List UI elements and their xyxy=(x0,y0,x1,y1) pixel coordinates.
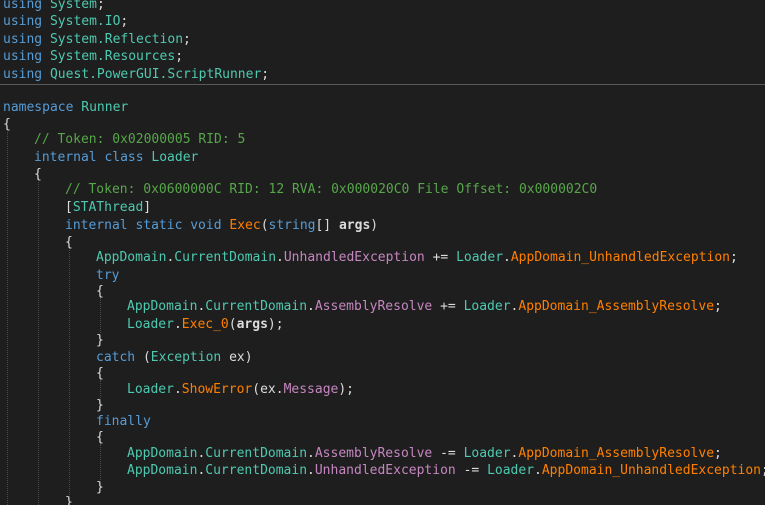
indent-guide xyxy=(7,132,8,505)
indent-guide xyxy=(38,182,39,505)
code-line-namespace: namespace Runner xyxy=(3,100,129,115)
code-line-catch: catch (Exception ex) xyxy=(96,350,253,365)
code-line-brace: } xyxy=(96,333,104,348)
code-line-assembly-add: AppDomain.CurrentDomain.AssemblyResolve … xyxy=(127,299,722,314)
indent-guide xyxy=(100,297,101,335)
code-line-attribute: [STAThread] xyxy=(65,200,152,215)
code-line-brace: { xyxy=(96,366,104,381)
code-line-show-error: Loader.ShowError(ex.Message); xyxy=(127,382,355,397)
code-line-using-quest: using Quest.PowerGUI.ScriptRunner; xyxy=(3,67,270,82)
code-line-using-system-resources: using System.Resources; xyxy=(3,49,184,64)
code-line-finally: finally xyxy=(96,414,151,429)
code-line-unhandled-add: AppDomain.CurrentDomain.UnhandledExcepti… xyxy=(96,250,738,265)
code-line-brace: { xyxy=(3,117,11,132)
code-line-class-decl: internal class Loader xyxy=(34,150,199,165)
code-line-unhandled-sub: AppDomain.CurrentDomain.UnhandledExcepti… xyxy=(127,463,765,478)
code-line-brace: { xyxy=(96,430,104,445)
code-line-assembly-sub: AppDomain.CurrentDomain.AssemblyResolve … xyxy=(127,446,722,461)
code-line-brace: } xyxy=(65,495,73,505)
code-line-using-system-io: using System.IO; xyxy=(3,14,129,29)
code-line-brace: } xyxy=(96,480,104,495)
using-separator xyxy=(0,84,765,85)
code-line-using-system-reflection: using System.Reflection; xyxy=(3,32,191,47)
code-line-brace: { xyxy=(34,167,42,182)
indent-guide xyxy=(100,444,101,482)
indent-guide xyxy=(69,248,70,505)
code-line-class-comment: // Token: 0x02000005 RID: 5 xyxy=(34,132,246,147)
code-line-exec0: Loader.Exec_0(args); xyxy=(127,317,284,332)
code-line-brace: { xyxy=(96,284,104,299)
code-line-brace: { xyxy=(65,235,73,250)
code-line-method-comment: // Token: 0x0600000C RID: 12 RVA: 0x0000… xyxy=(65,182,598,197)
code-editor[interactable]: using System; using System.IO; using Sys… xyxy=(0,0,765,505)
code-line-method-decl: internal static void Exec(string[] args) xyxy=(65,218,379,233)
code-line-using-system: using System; xyxy=(3,0,105,12)
